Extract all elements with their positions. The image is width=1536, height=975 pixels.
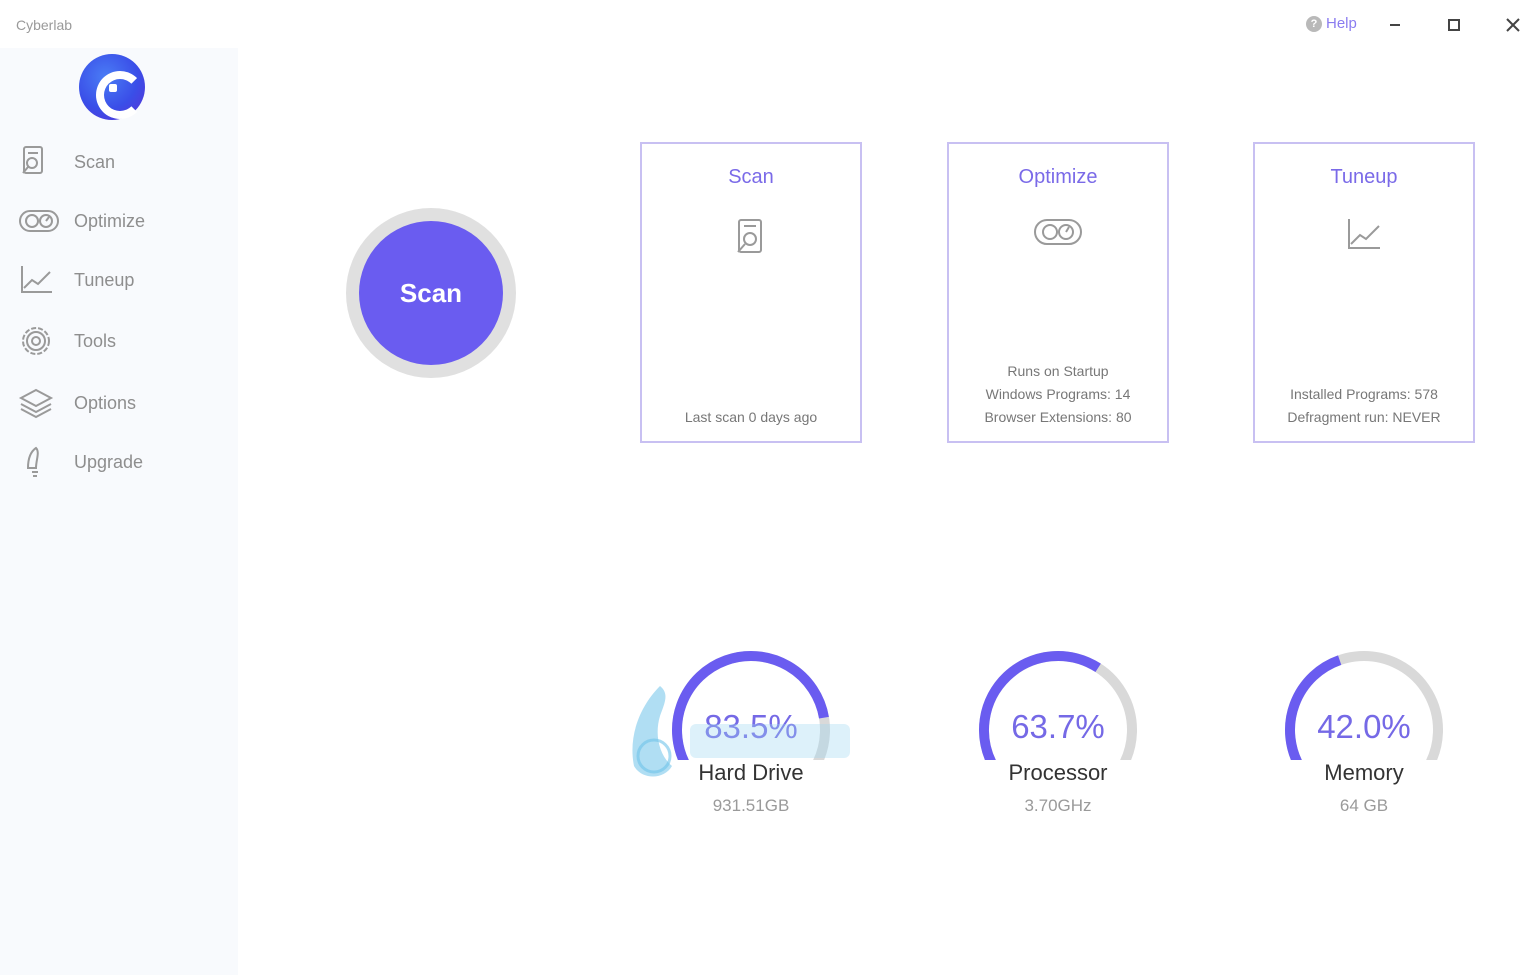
app-logo [79,54,145,120]
gauge-name: Memory [1324,760,1404,785]
processor-gauge: 63.7% Processor 3.70GHz [968,640,1148,830]
scan-icon [18,142,62,182]
sidebar-item-label: Optimize [74,210,146,231]
card-info-line: Browser Extensions: 80 [984,409,1132,425]
sidebar-item-label: Tools [74,330,117,351]
optimize-icon [18,201,62,241]
gauge-detail: 64 GB [1339,796,1389,815]
card-info: Last scan 0 days ago [642,406,860,429]
sidebar-item-options[interactable]: Options [18,383,218,423]
tuneup-icon [18,260,62,300]
optimize-card[interactable]: Optimize Runs on Startup Windows Program… [947,142,1169,443]
sidebar: Scan Optimize Tuneup Tools Options Upgra… [0,48,238,975]
sidebar-item-label: Upgrade [74,451,144,472]
card-title: Tuneup [1330,166,1398,188]
card-info: Installed Programs: 578 Defragment run: … [1255,383,1473,429]
card-title: Scan [728,166,774,188]
gauge-name: Processor [1008,760,1108,785]
card-title: Optimize [1018,166,1098,188]
card-info-line: Runs on Startup [1007,363,1109,379]
minimize-button[interactable] [1380,12,1410,38]
gauge-name: Hard Drive [698,760,804,785]
scan-icon [642,216,860,260]
card-info-line: Windows Programs: 14 [985,386,1131,402]
gauge-detail: 3.70GHz [1024,796,1092,815]
sidebar-item-label: Tuneup [74,269,135,290]
tuneup-icon [1255,216,1473,252]
scan-button[interactable]: Scan [359,221,503,365]
sidebar-item-label: Options [74,392,137,413]
tuneup-card[interactable]: Tuneup Installed Programs: 578 Defragmen… [1253,142,1475,443]
help-icon: ? [1306,15,1322,32]
scan-card[interactable]: Scan Last scan 0 days ago [640,142,862,443]
gauge-percent: 42.0% [1317,708,1411,745]
optimize-icon [949,216,1167,248]
minimize-icon [1390,24,1400,26]
card-info-line: Installed Programs: 578 [1290,386,1438,402]
help-label: Help [1326,15,1357,32]
sidebar-item-label: Scan [74,151,116,172]
sidebar-item-tools[interactable]: Tools [18,321,218,361]
gear-icon [18,321,62,361]
rocket-icon [18,442,62,482]
hard-drive-gauge: 83.5% Hard Drive 931.51GB [661,640,841,830]
help-link[interactable]: ? Help [1306,15,1357,32]
app-title: Cyberlab [16,17,73,33]
card-info-line: Defragment run: NEVER [1287,409,1441,425]
scan-button-ring: Scan [346,208,516,378]
maximize-icon [1448,19,1460,31]
gauge-percent: 83.5% [704,708,798,745]
maximize-button[interactable] [1439,12,1469,38]
close-button[interactable] [1498,12,1528,38]
gauge-percent: 63.7% [1011,708,1105,745]
sidebar-item-scan[interactable]: Scan [18,142,218,182]
sidebar-item-optimize[interactable]: Optimize [18,201,218,241]
card-info-line: Last scan 0 days ago [684,409,818,425]
close-icon [1506,18,1520,32]
logo-dot [109,84,117,92]
sidebar-item-tuneup[interactable]: Tuneup [18,260,218,300]
card-info: Runs on Startup Windows Programs: 14 Bro… [949,360,1167,429]
sidebar-item-upgrade[interactable]: Upgrade [18,442,218,482]
layers-icon [18,383,62,423]
gauge-detail: 931.51GB [712,796,790,815]
memory-gauge: 42.0% Memory 64 GB [1274,640,1454,830]
title-bar: Cyberlab ? Help [0,0,1536,48]
